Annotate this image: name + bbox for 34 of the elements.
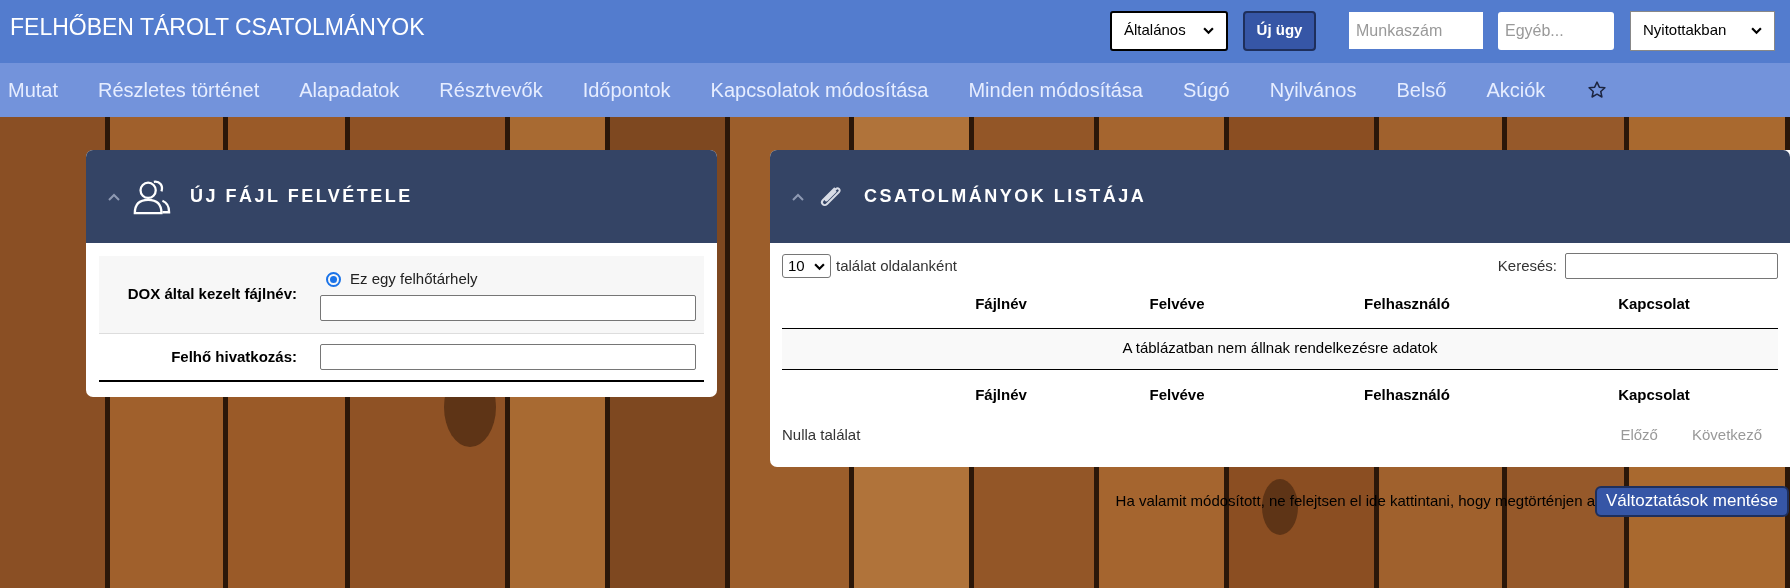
collapse-icon[interactable] — [792, 192, 804, 201]
empty-table-message: A táblázatban nem állnak rendelkezésre adatok — [782, 328, 1778, 370]
radio-button[interactable] — [326, 272, 341, 287]
radio-label: Ez egy felhőtárhely — [350, 269, 478, 290]
column-header[interactable]: Fájlnév — [932, 281, 1070, 328]
page-title: FELHŐBEN TÁROLT CSATOLMÁNYOK — [10, 13, 425, 43]
panel-title: CSATOLMÁNYOK LISTÁJA — [864, 184, 1147, 208]
star-icon[interactable] — [1587, 80, 1608, 100]
column-header[interactable]: Felvéve — [1070, 281, 1284, 328]
column-header[interactable]: Kapcsolat — [1530, 281, 1778, 328]
column-header[interactable]: Felvéve — [1070, 371, 1284, 418]
panel-title: ÚJ FÁJL FELVÉTELE — [190, 184, 413, 208]
column-header[interactable]: Kapcsolat — [1530, 371, 1778, 418]
results-info: Nulla találat — [782, 425, 861, 445]
caret-icon — [1203, 25, 1214, 36]
search-field[interactable] — [1565, 253, 1778, 279]
job-number-field[interactable]: Munkaszám — [1349, 12, 1483, 49]
field-label: Felhő hivatkozás: — [170, 346, 297, 367]
save-button[interactable]: Változtatások mentése — [1595, 485, 1789, 517]
search-label: Keresés: — [1497, 255, 1557, 276]
new-case-button[interactable]: Új ügy — [1243, 10, 1316, 51]
input-field[interactable] — [320, 294, 696, 321]
other-field[interactable]: Egyéb... — [1498, 11, 1614, 50]
column-header[interactable]: Fájlnév — [932, 371, 1070, 418]
input-field[interactable] — [320, 344, 696, 370]
page-size-select[interactable]: 10 — [782, 254, 831, 278]
scope-select[interactable]: Nyitottakban — [1630, 10, 1775, 51]
column-header[interactable]: Felhasználó — [1284, 371, 1530, 418]
field-label: DOX által kezelt fájlnév: — [126, 284, 297, 305]
category-select[interactable]: Általános — [1110, 10, 1228, 51]
collapse-icon[interactable] — [108, 192, 120, 201]
caret-icon — [1751, 25, 1762, 36]
page-size-label: találat oldalanként — [836, 255, 957, 276]
column-header[interactable]: Felhasználó — [1284, 281, 1530, 328]
